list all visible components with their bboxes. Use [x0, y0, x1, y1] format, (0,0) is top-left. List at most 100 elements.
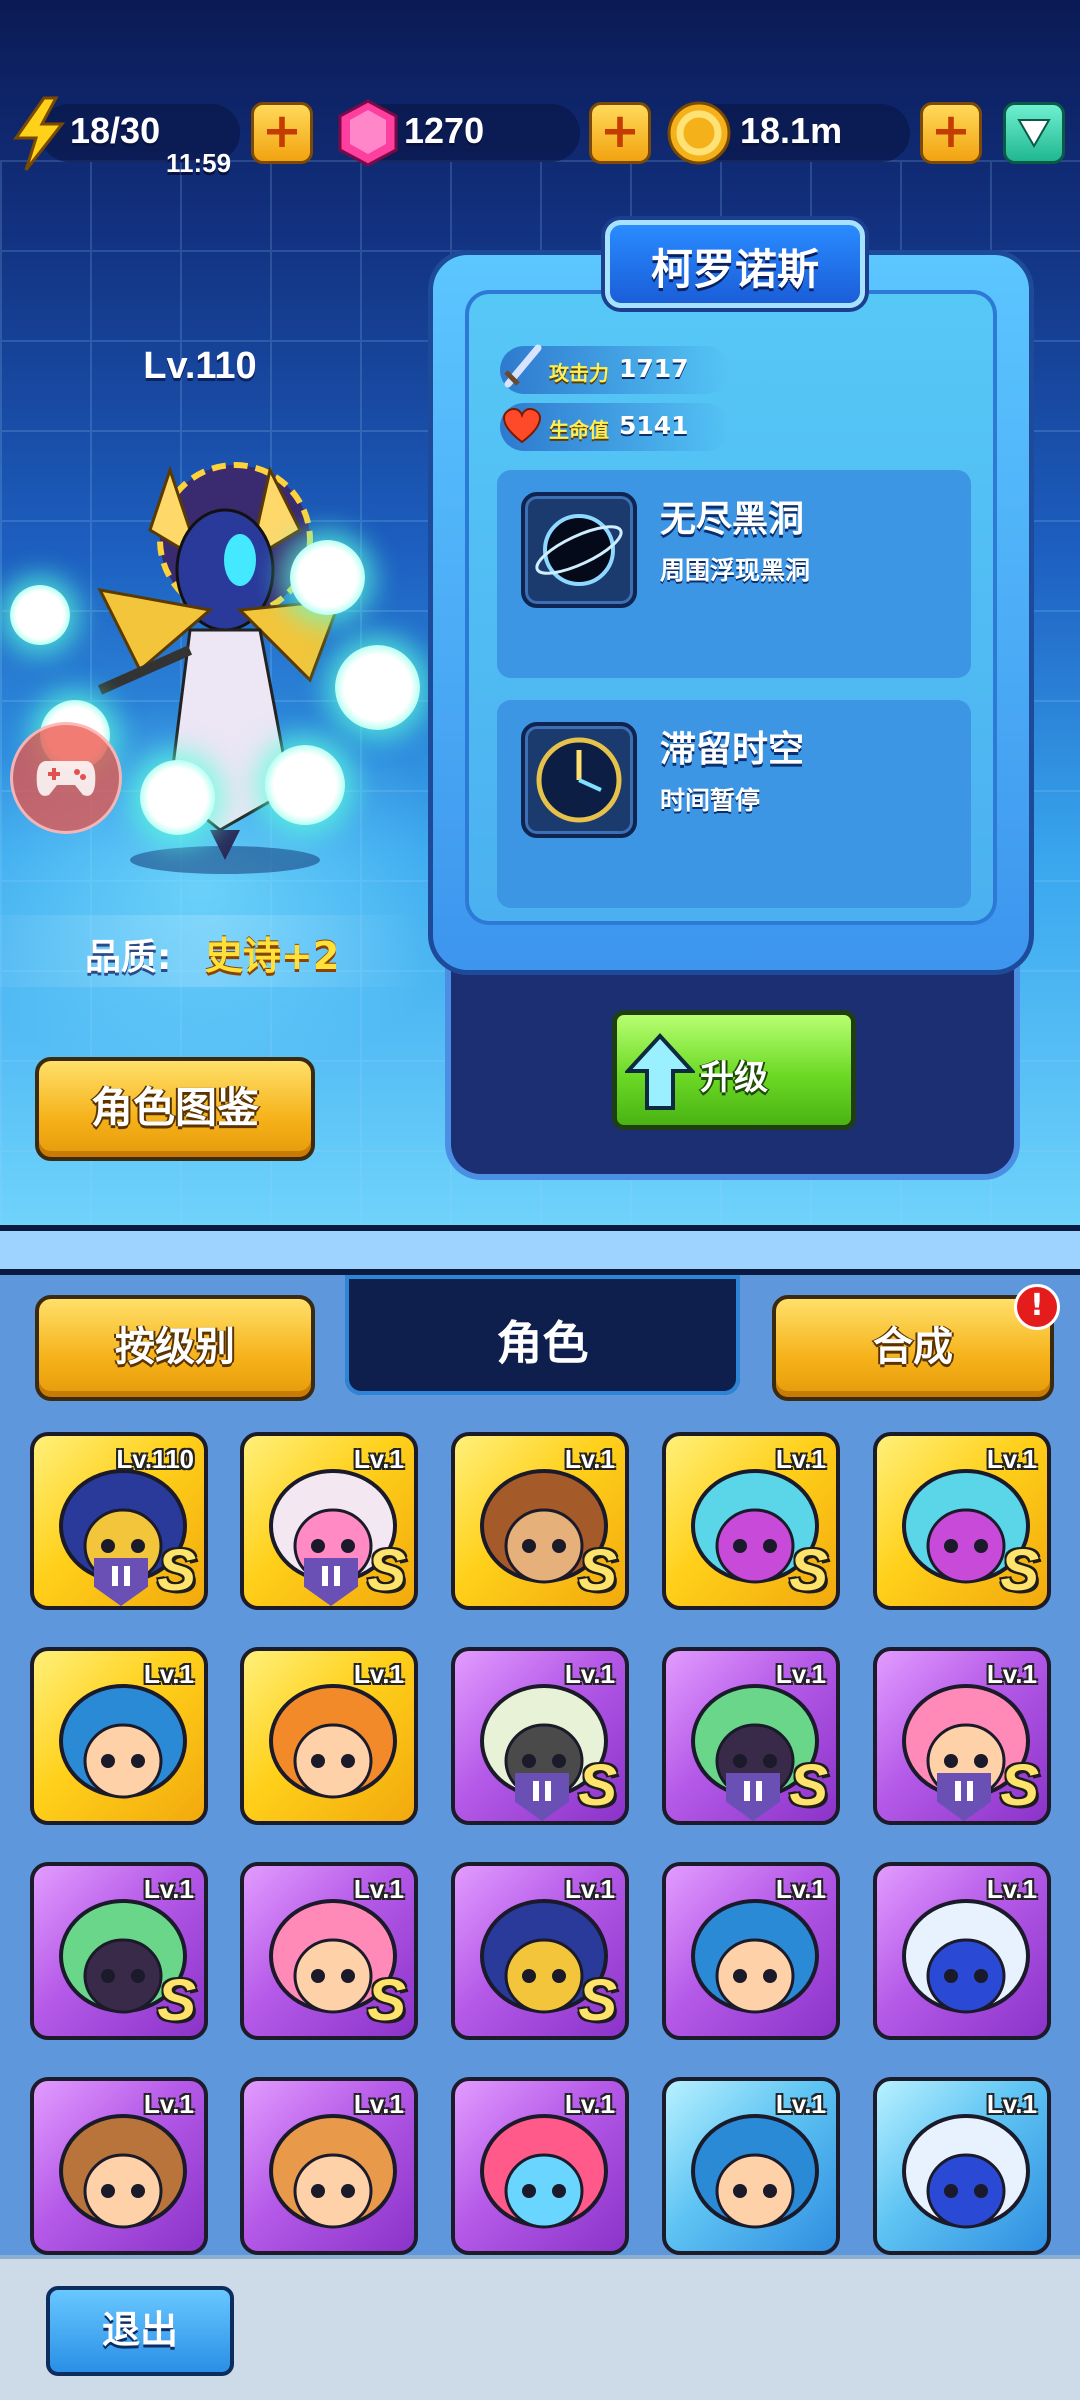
hero-level-tag: Lv.1 — [564, 2089, 615, 2119]
energy-orb — [265, 745, 345, 825]
blue-hood-girl-head-portrait — [59, 1684, 187, 1799]
hero-card[interactable]: Lv.1 S — [30, 1862, 208, 2040]
energy-orb — [140, 760, 215, 835]
hero-level-tag: Lv.1 — [353, 1444, 404, 1474]
blue-hood-girl-head-portrait — [691, 1899, 819, 2014]
grade-badge: S — [578, 1968, 617, 2033]
hero-card[interactable]: Lv.1 S — [240, 1432, 418, 1610]
hero-card[interactable]: Lv.1 — [30, 2077, 208, 2255]
hero-card[interactable]: Lv.1 — [30, 1647, 208, 1825]
hero-card[interactable]: Lv.1 — [873, 2077, 1051, 2255]
grade-badge: S — [789, 1753, 828, 1818]
section-divider — [0, 1225, 1080, 1275]
bun-hair-girl-head-portrait — [269, 1684, 397, 1799]
hero-level-tag: Lv.1 — [353, 2089, 404, 2119]
hero-card[interactable]: Lv.1 S — [451, 1862, 629, 2040]
energy-timer: 11:59 — [166, 148, 232, 178]
grade-badge: S — [157, 1538, 196, 1603]
energy-orb — [290, 540, 365, 615]
black-hole-icon — [521, 492, 637, 608]
gamepad-icon — [36, 761, 96, 796]
add-coins-button[interactable]: + — [920, 102, 982, 164]
hero-codex-button[interactable]: 角色图鉴 — [35, 1057, 315, 1161]
exit-button[interactable]: 退出 — [46, 2286, 234, 2376]
hero-card[interactable]: Lv.1 — [240, 2077, 418, 2255]
grade-badge: S — [1000, 1538, 1039, 1603]
coins-value: 18.1m — [740, 110, 843, 151]
blue-hood-girl-head-portrait — [691, 2114, 819, 2229]
gamepad-float-button[interactable] — [10, 722, 122, 834]
shop-button[interactable] — [1003, 102, 1065, 164]
hero-card[interactable]: Lv.1 — [240, 1647, 418, 1825]
hero-level-tag: Lv.1 — [775, 1659, 826, 1689]
hero-level-tag: Lv.1 — [564, 1659, 615, 1689]
pink-gem-icon — [338, 99, 398, 167]
hero-level-tag: Lv.1 — [986, 1659, 1037, 1689]
gems-value: 1270 — [404, 110, 485, 151]
hero-level-tag: Lv.1 — [353, 1874, 404, 1904]
white-hair-headphone-head-portrait — [902, 2114, 1030, 2229]
hero-card[interactable]: Lv.1 S — [662, 1432, 840, 1610]
hero-level-tag: Lv.110 — [116, 1444, 194, 1474]
gold-coin-icon — [667, 101, 731, 165]
hero-card[interactable]: Lv.1 S — [240, 1862, 418, 2040]
bearded-man-head-portrait — [269, 2114, 397, 2229]
hero-card[interactable]: Lv.1 S — [662, 1647, 840, 1825]
merge-alert-badge: ! — [1014, 1284, 1060, 1330]
hero-level-tag: Lv.1 — [775, 1444, 826, 1474]
diamond-shop-icon — [1017, 119, 1051, 149]
hero-card[interactable]: Lv.1 — [662, 1862, 840, 2040]
hero-level-tag: Lv.1 — [775, 1874, 826, 1904]
grade-badge: S — [789, 1538, 828, 1603]
hero-card[interactable]: Lv.1 S — [451, 1647, 629, 1825]
grade-badge: S — [367, 1968, 406, 2033]
add-gems-button[interactable]: + — [589, 102, 651, 164]
add-energy-button[interactable]: + — [251, 102, 313, 164]
hero-level-tag: Lv.1 — [775, 2089, 826, 2119]
skill-desc-1: 周围浮现黑洞 — [660, 556, 811, 585]
heart-icon — [502, 408, 542, 444]
hero-level-tag: Lv.1 — [986, 1874, 1037, 1904]
energy-value: 18/30 — [70, 110, 161, 151]
hero-level-tag: Lv.1 — [564, 1874, 615, 1904]
pink-hair-goggles-head-portrait — [480, 2114, 608, 2229]
white-hair-headphone-head-portrait — [902, 1899, 1030, 2014]
hero-level-tag: Lv.1 — [353, 1659, 404, 1689]
attack-value: 1717 — [619, 354, 689, 383]
grade-badge: S — [157, 1968, 196, 2033]
tab-heroes-label: 角色 — [496, 1316, 589, 1370]
hero-card[interactable]: Lv.1 — [873, 1862, 1051, 2040]
hero-level-tag: Lv.1 — [986, 1444, 1037, 1474]
grade-badge: S — [1000, 1753, 1039, 1818]
hero-card[interactable]: Lv.1 — [451, 2077, 629, 2255]
hero-name: 柯罗诺斯 — [650, 245, 819, 294]
attack-label: 攻击力 — [549, 361, 609, 385]
skill-name-1: 无尽黑洞 — [660, 499, 805, 540]
hero-level-tag: Lv.1 — [143, 1659, 194, 1689]
hero-level-tag: Lv.1 — [986, 2089, 1037, 2119]
clock-icon — [521, 722, 637, 838]
health-value: 5141 — [619, 411, 689, 440]
skill-desc-2: 时间暂停 — [660, 786, 761, 815]
grade-badge: S — [367, 1538, 406, 1603]
merge-button[interactable]: 合成 — [772, 1295, 1054, 1401]
hero-level-tag: Lv.1 — [143, 1874, 194, 1904]
quality-label: 品质: — [85, 937, 172, 978]
sort-by-level-button[interactable]: 按级别 — [35, 1295, 315, 1401]
sword-icon — [504, 344, 542, 388]
energy-orb — [10, 585, 70, 645]
upgrade-label: 升级 — [700, 1058, 768, 1098]
grade-badge: S — [578, 1753, 617, 1818]
energy-orb — [335, 645, 420, 730]
hero-card[interactable]: Lv.1 — [662, 2077, 840, 2255]
hero-card[interactable]: Lv.1 S — [451, 1432, 629, 1610]
skill-name-2: 滞留时空 — [660, 729, 805, 770]
hero-card[interactable]: Lv.1 S — [873, 1432, 1051, 1610]
hero-card[interactable]: Lv.110 S — [30, 1432, 208, 1610]
lightning-icon — [13, 96, 66, 171]
hero-level-tag: Lv.1 — [564, 1444, 615, 1474]
hero-card[interactable]: Lv.1 S — [873, 1647, 1051, 1825]
grade-badge: S — [578, 1538, 617, 1603]
hero-level-tag: Lv.1 — [143, 2089, 194, 2119]
quality-value: 史诗+2 — [205, 934, 340, 978]
